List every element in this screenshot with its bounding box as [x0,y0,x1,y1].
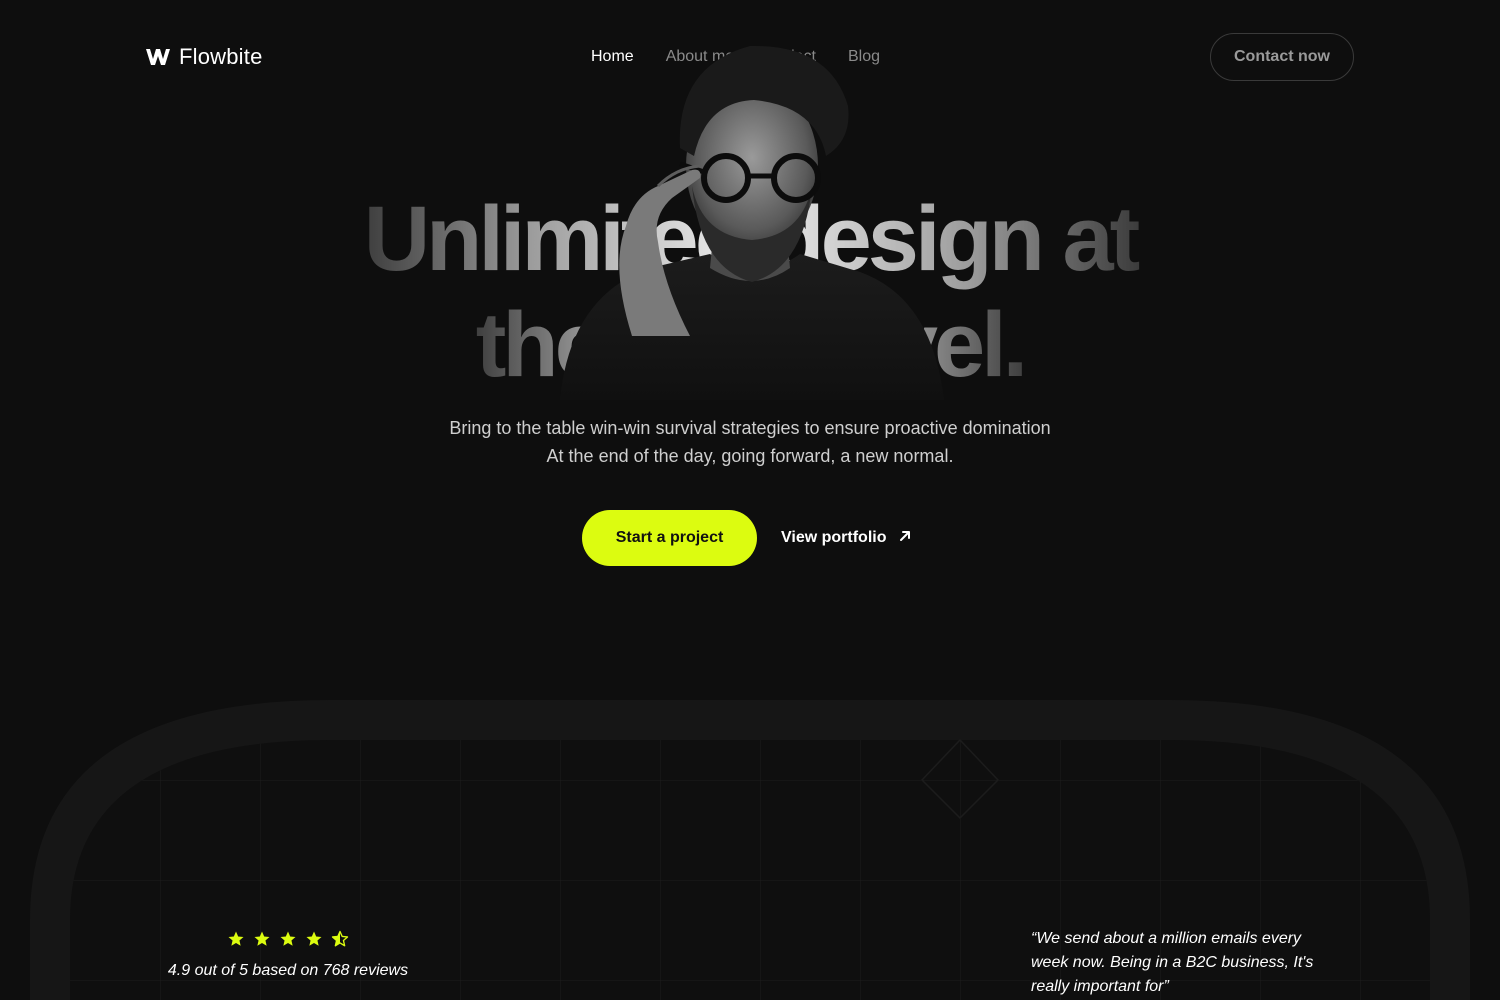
cta-row: Start a project View portfolio [582,510,912,566]
hero-subtitle-line-1: Bring to the table win-win survival stra… [449,418,1051,438]
hero-subtitle-line-2: At the end of the day, going forward, a … [546,446,954,466]
contact-now-button[interactable]: Contact now [1210,33,1354,81]
star-icon [280,931,296,946]
brand-name: Flowbite [179,44,263,69]
star-rating [160,930,416,948]
star-icon [228,931,244,946]
view-portfolio-link[interactable]: View portfolio [781,529,912,548]
portrait-image [560,45,944,400]
brand[interactable]: Flowbite [145,44,263,70]
star-icon [254,931,270,946]
view-portfolio-label: View portfolio [781,529,887,546]
hero-subtitle: Bring to the table win-win survival stra… [0,414,1500,470]
rating-text: 4.9 out of 5 based on 768 reviews [167,962,409,979]
landing-page: Flowbite Home About me Project Blog Cont… [0,0,1500,1000]
start-project-button[interactable]: Start a project [582,510,757,566]
arrow-up-right-icon [898,529,912,548]
flowbite-logo-icon [145,47,171,67]
rating-block: 4.9 out of 5 based on 768 reviews [160,930,416,980]
half-star-icon [331,930,349,947]
testimonial-quote: “We send about a million emails every we… [1031,930,1314,995]
star-icon [306,931,322,946]
